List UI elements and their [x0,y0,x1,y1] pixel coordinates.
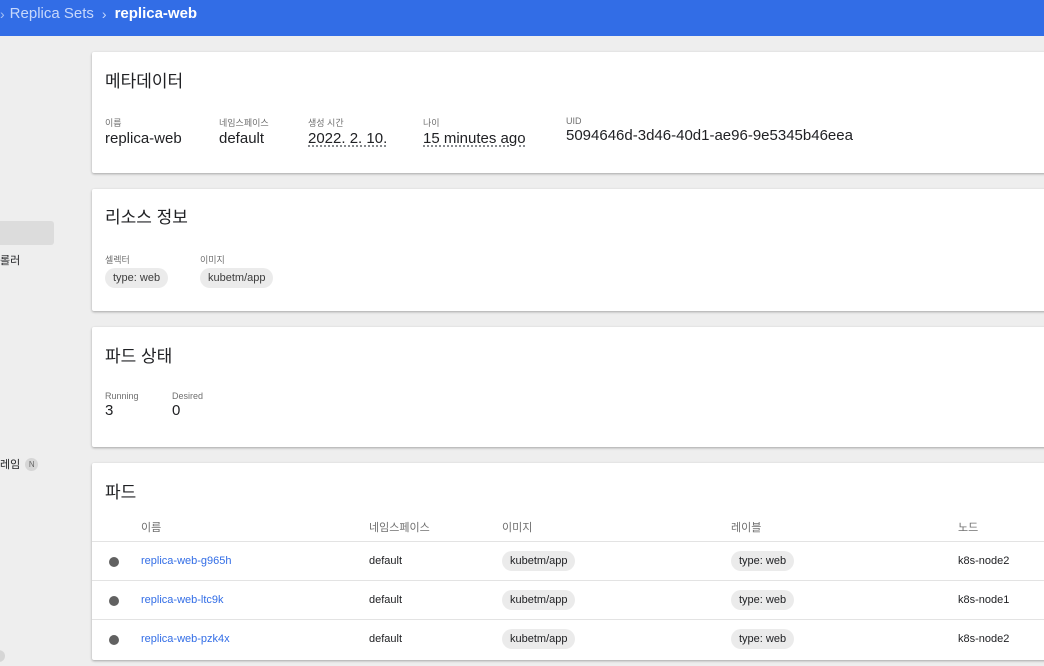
pod-image-chip: kubetm/app [502,551,576,571]
image-label: 이미지 [200,255,225,265]
uid-value: 5094646d-3d46-40d1-ae96-9e5345b46eea [566,127,853,144]
pods-card: 파드 이름 네임스페이스 이미지 레이블 노드 replica-web-g965… [92,463,1044,660]
selector-field: 셀렉터 type: web [105,253,169,288]
column-header-image: 이미지 [502,522,533,534]
uid-field: UID 5094646d-3d46-40d1-ae96-9e5345b46eea [566,116,853,144]
running-value: 3 [105,402,114,419]
pods-title: 파드 [105,483,137,502]
image-chip: kubetm/app [200,268,274,288]
status-dot-icon [109,635,119,645]
pod-namespace: default [369,633,403,645]
table-row: replica-web-g965h default kubetm/app typ… [92,541,1044,580]
metadata-title: 메타데이터 [105,72,184,91]
chevron-right-icon: › [0,5,5,22]
column-header-node[interactable]: 노드 [958,519,978,535]
pod-name-link[interactable]: replica-web-ltc9k [141,594,224,606]
running-field: Running 3 [105,391,139,419]
pod-name-link[interactable]: replica-web-pzk4x [141,633,230,645]
name-value: replica-web [105,130,182,147]
age-field: 나이 15 minutes ago [423,116,526,147]
selector-chip: type: web [105,268,169,288]
breadcrumb-replica-sets-link[interactable]: Replica Sets [10,5,94,22]
sidebar-active-item[interactable] [0,221,54,245]
table-row: replica-web-ltc9k default kubetm/app typ… [92,580,1044,619]
desired-label: Desired [172,391,204,401]
pod-label-chip: type: web [731,629,795,649]
top-header-bar: › Replica Sets › replica-web [0,0,1044,36]
namespace-field: 네임스페이스 default [219,116,269,147]
namespace-value: default [219,130,265,147]
pod-label-chip: type: web [731,590,795,610]
chevron-right-icon: › [101,5,107,22]
pod-name-link[interactable]: replica-web-g965h [141,555,232,567]
sidebar-item-controller[interactable]: 롤러 [0,252,20,268]
pod-status-card: 파드 상태 Running 3 Desired 0 [92,327,1044,447]
created-field: 생성 시간 2022. 2. 10. [308,116,387,147]
column-header-labels: 레이블 [731,522,762,534]
running-label: Running [105,391,139,401]
pod-node: k8s-node2 [958,633,1010,645]
pod-node: k8s-node2 [958,555,1010,567]
name-label: 이름 [105,118,122,128]
resource-info-card: 리소스 정보 셀렉터 type: web 이미지 kubetm/app [92,189,1044,311]
age-value[interactable]: 15 minutes ago [423,130,526,147]
pod-namespace: default [369,594,403,606]
pod-node: k8s-node1 [958,594,1010,606]
desired-value: 0 [172,402,181,419]
resource-info-title: 리소스 정보 [105,208,188,227]
sidebar-badge-icon [0,650,5,662]
column-header-name[interactable]: 이름 [141,519,161,535]
age-label: 나이 [423,118,440,128]
uid-label: UID [566,116,582,126]
namespace-label: 네임스페이스 [219,118,269,128]
pod-image-chip: kubetm/app [502,629,576,649]
pod-image-chip: kubetm/app [502,590,576,610]
side-navigation: 롤러 레임 N [0,36,72,666]
metadata-card: 메타데이터 이름 replica-web 네임스페이스 default 생성 시… [92,52,1044,173]
name-field: 이름 replica-web [105,116,182,147]
pod-namespace: default [369,555,403,567]
sidebar-item-frame[interactable]: 레임 N [0,456,39,472]
table-row: replica-web-pzk4x default kubetm/app typ… [92,619,1044,658]
status-dot-icon [109,596,119,606]
created-value[interactable]: 2022. 2. 10. [308,130,387,147]
sidebar-item-label: 레임 [0,459,21,471]
breadcrumb: › Replica Sets › replica-web [0,5,197,22]
desired-field: Desired 0 [172,391,203,419]
pod-status-title: 파드 상태 [105,347,173,366]
pod-label-chip: type: web [731,551,795,571]
image-field: 이미지 kubetm/app [200,253,274,288]
breadcrumb-current: replica-web [114,5,198,22]
status-dot-icon [109,557,119,567]
column-header-namespace[interactable]: 네임스페이스 [369,519,430,535]
created-label: 생성 시간 [308,118,344,128]
selector-label: 셀렉터 [105,255,130,265]
new-badge: N [25,458,39,471]
